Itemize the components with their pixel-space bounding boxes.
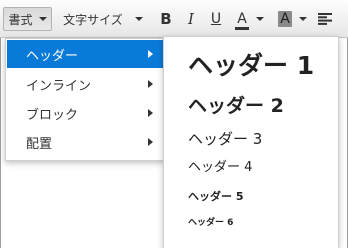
chevron-down-icon [256, 17, 264, 21]
menu-item-block[interactable]: ブロック [7, 99, 163, 127]
menu-item-header[interactable]: ヘッダー [7, 40, 163, 68]
text-color-button[interactable]: A [232, 7, 252, 31]
text-color-dropdown[interactable] [254, 7, 266, 31]
menu-item-alignment[interactable]: 配置 [7, 128, 163, 156]
submenu-item-h5[interactable]: ヘッダー 5 [188, 189, 330, 205]
chevron-right-icon [148, 80, 153, 88]
menu-item-label: ヘッダー [26, 48, 79, 64]
background-color-dropdown[interactable] [297, 7, 309, 31]
submenu-item-h6[interactable]: ヘッダー 6 [188, 216, 330, 230]
menu-item-label: ブロック [26, 107, 79, 123]
menu-item-label: インライン [26, 78, 92, 94]
italic-icon: I [188, 10, 194, 28]
chevron-right-icon [148, 138, 153, 146]
submenu-item-h4[interactable]: ヘッダー 4 [188, 159, 330, 177]
chevron-down-icon [38, 17, 47, 21]
chevron-right-icon [148, 109, 153, 117]
bold-icon: B [160, 10, 172, 28]
menu-item-label: 配置 [26, 136, 53, 152]
text-color-letter: A [237, 11, 247, 27]
submenu-item-h1[interactable]: ヘッダー 1 [188, 51, 330, 81]
text-color-icon: A [235, 11, 249, 30]
format-dropdown-label: 書式 [8, 12, 33, 27]
menu-item-inline[interactable]: インライン [7, 70, 163, 98]
chevron-right-icon [148, 50, 153, 58]
align-left-button[interactable] [315, 7, 335, 31]
background-color-button[interactable]: A [275, 7, 295, 31]
chevron-down-icon [299, 17, 307, 21]
format-menu: ヘッダー インライン ブロック 配置 [5, 38, 165, 161]
text-color-swatch [235, 27, 249, 30]
align-left-icon [318, 13, 332, 25]
fontsize-dropdown[interactable]: 文字サイズ [56, 7, 150, 31]
format-dropdown[interactable]: 書式 [3, 7, 52, 31]
italic-button[interactable]: I [181, 7, 201, 31]
header-submenu: ヘッダー 1 ヘッダー 2 ヘッダー 3 ヘッダー 4 ヘッダー 5 ヘッダー … [163, 36, 339, 248]
underline-icon: U [210, 11, 222, 27]
fontsize-dropdown-label: 文字サイズ [63, 12, 123, 27]
underline-button[interactable]: U [206, 7, 226, 31]
background-color-icon: A [278, 11, 292, 27]
submenu-item-h3[interactable]: ヘッダー 3 [188, 129, 330, 149]
submenu-item-h2[interactable]: ヘッダー 2 [188, 94, 330, 118]
editor-toolbar: 書式 文字サイズ B I U A A [0, 0, 348, 38]
chevron-down-icon [134, 17, 143, 21]
bold-button[interactable]: B [156, 7, 176, 31]
